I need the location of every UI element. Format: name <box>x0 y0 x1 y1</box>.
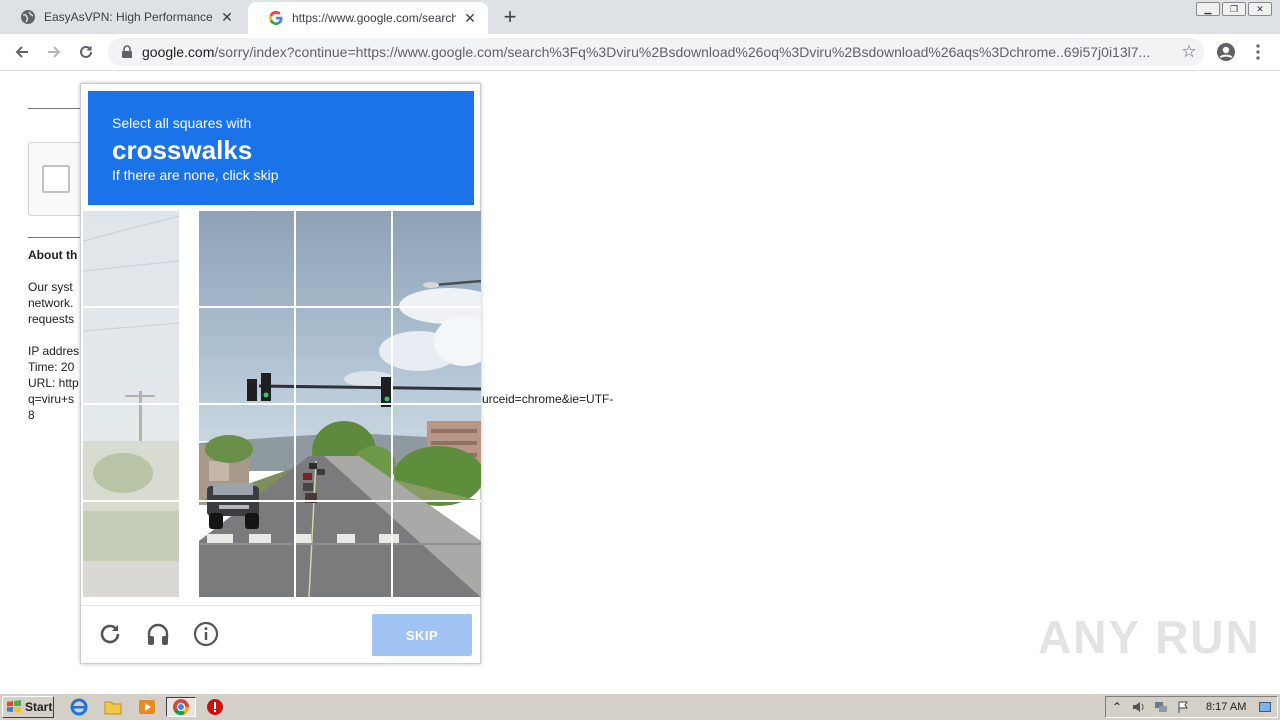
recaptcha-anchor-box <box>28 142 88 216</box>
info-line: URL: http <box>28 376 79 390</box>
image-tile[interactable] <box>296 308 391 403</box>
info-icon <box>193 621 219 647</box>
close-window-icon[interactable]: ✕ <box>1248 2 1272 16</box>
menu-button[interactable] <box>1244 38 1272 66</box>
tab-title: https://www.google.com/search?q= <box>292 11 456 25</box>
image-tile[interactable] <box>296 405 391 500</box>
challenge-image-grid <box>83 211 481 597</box>
media-player-icon[interactable] <box>136 697 158 717</box>
challenge-target: crosswalks <box>112 135 253 165</box>
network-icon[interactable] <box>1150 697 1172 717</box>
anyrun-watermark: ANY RUN <box>1038 611 1261 663</box>
challenge-header: Select all squares with crosswalks If th… <box>88 91 474 205</box>
folder-icon[interactable] <box>102 697 124 717</box>
info-line: Time: 20 <box>28 360 75 374</box>
stop-icon[interactable] <box>204 697 226 717</box>
image-tile[interactable] <box>199 308 294 403</box>
refresh-icon <box>100 624 120 644</box>
windows-logo-icon <box>7 700 21 713</box>
start-button[interactable]: Start <box>2 696 54 718</box>
kebab-menu-icon <box>1256 44 1260 60</box>
image-tile[interactable] <box>393 405 481 500</box>
globe-icon <box>20 9 36 25</box>
info-line: 8 <box>28 408 35 422</box>
action-center-flag-icon[interactable] <box>1172 697 1194 717</box>
browser-toolbar: google.com/sorry/index?continue=https://… <box>0 34 1280 71</box>
recaptcha-checkbox[interactable] <box>42 165 70 193</box>
chrome-taskbar-icon[interactable] <box>166 697 196 717</box>
image-tile[interactable] <box>393 308 481 403</box>
close-tab-icon[interactable]: ✕ <box>219 9 235 25</box>
start-label: Start <box>25 700 53 714</box>
restore-icon[interactable]: ❐ <box>1222 2 1246 16</box>
arrow-left-icon <box>15 46 28 58</box>
help-button[interactable] <box>192 620 220 648</box>
divider <box>28 237 88 238</box>
arrow-right-icon <box>48 46 61 58</box>
address-bar[interactable]: google.com/sorry/index?continue=https://… <box>108 38 1204 66</box>
show-desktop-icon[interactable] <box>1254 697 1276 717</box>
account-icon <box>1217 43 1235 61</box>
image-tile[interactable] <box>296 502 391 597</box>
divider <box>28 108 88 109</box>
volume-icon[interactable] <box>1128 697 1150 717</box>
profile-button[interactable] <box>1212 38 1240 66</box>
headphones-icon <box>147 623 169 645</box>
tab-google-search[interactable]: https://www.google.com/search?q= ✕ <box>248 2 488 34</box>
image-tile[interactable] <box>199 405 294 500</box>
image-tile[interactable] <box>296 211 391 306</box>
tray-expand-icon[interactable]: ⌃ <box>1106 697 1128 717</box>
tab-strip: EasyAsVPN: High Performance, Anon ✕ http… <box>0 0 1280 34</box>
new-tab-button[interactable]: + <box>498 4 522 29</box>
info-line: IP addres <box>28 344 80 358</box>
url-text: google.com/sorry/index?continue=https://… <box>142 44 1174 60</box>
clock[interactable]: 8:17 AM <box>1206 701 1246 713</box>
close-tab-icon[interactable]: ✕ <box>462 10 478 26</box>
recaptcha-challenge: Select all squares with crosswalks If th… <box>80 83 481 664</box>
skip-button[interactable]: SKIP <box>372 614 472 656</box>
lock-icon <box>122 45 132 58</box>
para-line: network. <box>28 296 74 310</box>
image-tile[interactable] <box>199 502 294 597</box>
audio-challenge-button[interactable] <box>144 620 172 648</box>
windows-taskbar: Start ⌃ 8:17 AM <box>0 693 1280 720</box>
url-tail-text: urceid=chrome&ie=UTF- <box>482 392 614 406</box>
tab-easyasvpn[interactable]: EasyAsVPN: High Performance, Anon ✕ <box>0 0 245 34</box>
challenge-hint: If there are none, click skip <box>112 167 279 183</box>
minimize-icon[interactable]: ▁ <box>1196 2 1220 16</box>
system-tray: ⌃ 8:17 AM <box>1105 696 1278 718</box>
challenge-instruction: Select all squares with <box>112 115 252 131</box>
bookmark-star-icon[interactable]: ☆ <box>1174 42 1204 62</box>
image-tile[interactable] <box>199 211 294 306</box>
url-path: /sorry/index?continue=https://www.google… <box>214 44 1151 60</box>
challenge-footer: SKIP <box>81 605 480 663</box>
google-icon <box>268 10 284 26</box>
info-line: q=viru+s <box>28 392 75 406</box>
about-heading: About th <box>28 248 78 262</box>
para-line: Our syst <box>28 280 73 294</box>
para-line: requests <box>28 312 75 326</box>
reload-icon <box>80 45 92 58</box>
tab-title: EasyAsVPN: High Performance, Anon <box>44 10 213 24</box>
forward-button[interactable] <box>40 38 68 66</box>
reload-button[interactable] <box>72 38 100 66</box>
back-button[interactable] <box>8 38 36 66</box>
url-host: google.com <box>142 44 215 60</box>
reload-challenge-button[interactable] <box>96 620 124 648</box>
ie-icon[interactable] <box>68 697 90 717</box>
image-tile[interactable] <box>393 502 481 597</box>
image-tile[interactable] <box>393 211 481 306</box>
window-controls: ▁ ❐ ✕ <box>1196 2 1272 16</box>
